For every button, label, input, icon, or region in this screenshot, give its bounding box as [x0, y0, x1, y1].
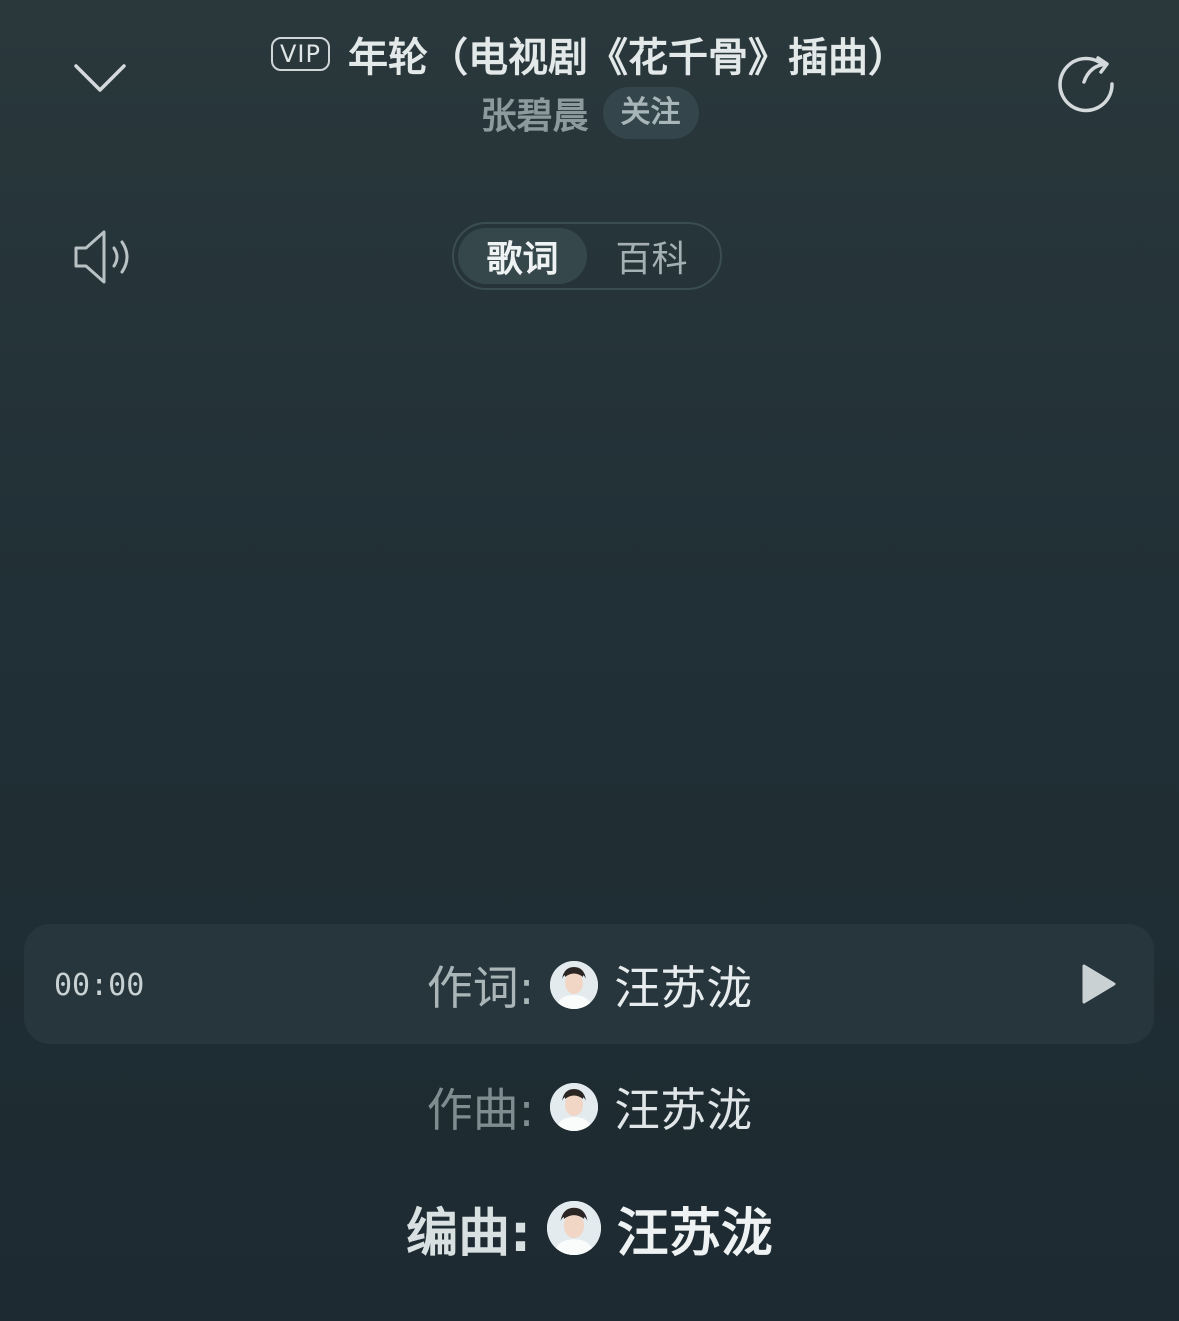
chevron-down-icon — [74, 64, 126, 92]
composer-label: 作曲: — [426, 1083, 535, 1137]
tab-lyrics[interactable]: 歌词 — [458, 228, 587, 284]
artist-row: 张碧晨 关注 — [300, 86, 879, 140]
song-title-row: VIP 年轮（电视剧《花千骨》插曲） — [200, 26, 979, 82]
lyric-line[interactable]: 编曲: 汪苏泷 — [0, 1190, 1179, 1266]
lyricist-name[interactable]: 汪苏泷 — [614, 952, 752, 1018]
follow-button[interactable]: 关注 — [602, 87, 699, 139]
composer-name[interactable]: 汪苏泷 — [614, 1074, 752, 1140]
avatar[interactable] — [550, 1083, 599, 1131]
collapse-button[interactable] — [70, 56, 130, 100]
lyrics-wiki-tabs: 歌词 百科 — [452, 222, 722, 290]
avatar[interactable] — [550, 961, 599, 1009]
share-button[interactable] — [1054, 50, 1118, 114]
tab-wiki[interactable]: 百科 — [587, 228, 716, 284]
song-title: 年轮（电视剧《花千骨》插曲） — [347, 35, 908, 81]
arranger-name[interactable]: 汪苏泷 — [617, 1191, 773, 1266]
volume-button[interactable] — [72, 226, 136, 288]
lyric-line[interactable]: 作曲: 汪苏泷 — [0, 1072, 1179, 1142]
avatar[interactable] — [546, 1201, 601, 1255]
artist-name[interactable]: 张碧晨 — [480, 87, 588, 139]
volume-icon — [74, 230, 129, 284]
lyricist-label: 作词: — [426, 961, 535, 1015]
share-icon — [1058, 56, 1114, 113]
vip-badge: VIP — [271, 37, 330, 71]
arranger-label: 编曲: — [406, 1203, 531, 1264]
lyric-line[interactable]: 作词: 汪苏泷 — [0, 950, 1179, 1020]
